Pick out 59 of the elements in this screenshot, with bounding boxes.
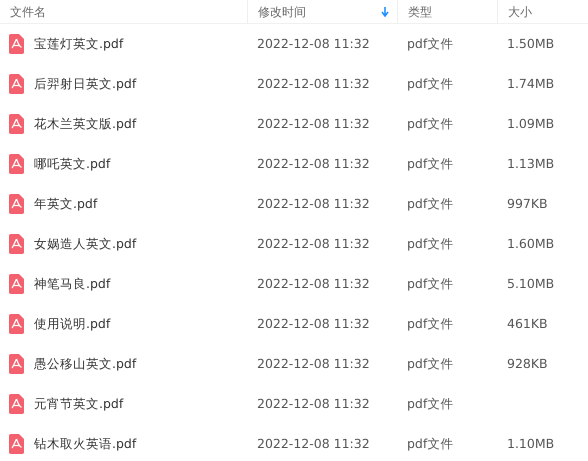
modified-date: 2022-12-08 11:32 [257,314,370,333]
file-size: 1.10MB [507,434,554,453]
modified-date: 2022-12-08 11:32 [257,194,370,213]
file-type: pdf文件 [407,354,454,373]
file-type: pdf文件 [407,34,454,53]
file-type: pdf文件 [407,234,454,253]
file-size: 5.10MB [507,274,554,293]
file-type: pdf文件 [407,194,454,213]
file-name: 钻木取火英语.pdf [34,434,136,453]
file-name: 神笔马良.pdf [34,274,110,293]
file-size: 1.50MB [507,34,554,53]
file-size: 1.13MB [507,154,554,173]
modified-date: 2022-12-08 11:32 [257,354,370,373]
pdf-file-icon [9,34,24,54]
file-name: 使用说明.pdf [34,314,110,333]
file-type: pdf文件 [407,74,454,93]
modified-date: 2022-12-08 11:32 [257,114,370,133]
file-name: 花木兰英文版.pdf [34,114,136,133]
modified-date: 2022-12-08 11:32 [257,434,370,453]
pdf-file-icon [9,314,24,334]
file-name: 宝莲灯英文.pdf [34,34,124,53]
modified-date: 2022-12-08 11:32 [257,34,370,53]
file-size: 461KB [507,314,548,333]
sort-arrow-icon[interactable] [381,6,389,16]
file-size: 928KB [507,354,548,373]
column-header[interactable]: 大小 [508,2,532,20]
pdf-file-icon [9,154,24,174]
file-type: pdf文件 [407,434,454,453]
file-name: 后羿射日英文.pdf [34,74,136,93]
file-name: 愚公移山英文.pdf [34,354,136,373]
file-name: 女娲造人英文.pdf [34,234,136,253]
file-type: pdf文件 [407,394,454,413]
file-name: 哪吒英文.pdf [34,154,110,173]
pdf-file-icon [9,114,24,134]
pdf-file-icon [9,234,24,254]
pdf-file-icon [9,434,24,454]
file-name: 元宵节英文.pdf [34,394,124,413]
pdf-file-icon [9,394,24,414]
modified-date: 2022-12-08 11:32 [257,74,370,93]
modified-date: 2022-12-08 11:32 [257,234,370,253]
modified-date: 2022-12-08 11:32 [257,274,370,293]
file-size: 1.74MB [507,74,554,93]
column-header[interactable]: 修改时间 [258,2,306,20]
file-name: 年英文.pdf [34,194,98,213]
file-type: pdf文件 [407,314,454,333]
modified-date: 2022-12-08 11:32 [257,394,370,413]
file-type: pdf文件 [407,114,454,133]
modified-date: 2022-12-08 11:32 [257,154,370,173]
file-type: pdf文件 [407,154,454,173]
file-size: 1.09MB [507,114,554,133]
pdf-file-icon [9,274,24,294]
column-header[interactable]: 类型 [408,2,432,20]
file-size: 1.60MB [507,234,554,253]
pdf-file-icon [9,194,24,214]
column-header[interactable]: 文件名 [10,2,46,20]
file-size: 997KB [507,194,548,213]
pdf-file-icon [9,74,24,94]
pdf-file-icon [9,354,24,374]
file-type: pdf文件 [407,274,454,293]
